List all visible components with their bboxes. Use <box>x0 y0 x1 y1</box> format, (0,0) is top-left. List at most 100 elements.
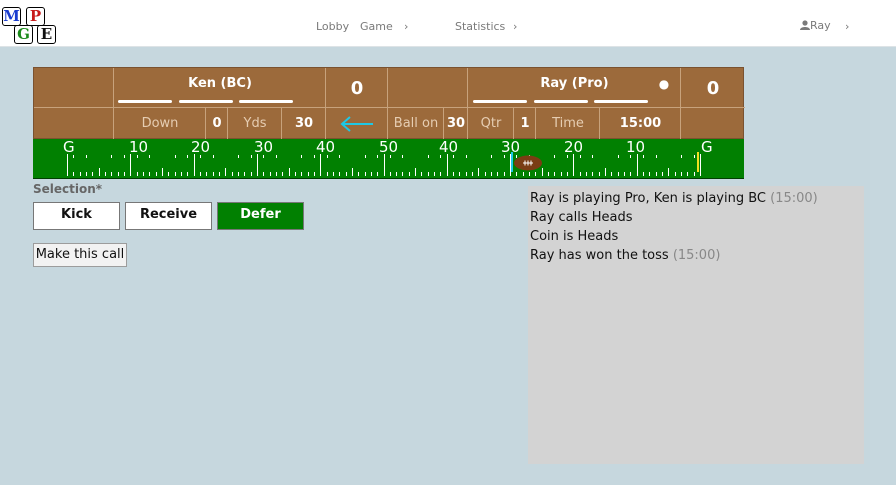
hash-mark <box>592 155 593 158</box>
yard-tick <box>662 172 663 176</box>
user-menu-chevron-icon[interactable]: › <box>845 20 849 33</box>
log-entry-text: Ray has won the toss <box>530 248 669 263</box>
home-timeout-3 <box>239 100 293 103</box>
away-timeout-3 <box>594 100 648 103</box>
nav-lobby[interactable]: Lobby <box>316 20 349 33</box>
yard-tick <box>554 172 555 176</box>
yard-tick <box>618 172 619 176</box>
yard-tick <box>649 172 650 176</box>
yard-tick <box>124 172 125 176</box>
yard-tick <box>137 172 138 176</box>
log-entry-time: (15:00) <box>672 248 721 263</box>
defer-button[interactable]: Defer <box>217 202 304 230</box>
hash-mark <box>111 155 112 158</box>
yard-tick <box>187 172 188 176</box>
board-cell-spacer-mid <box>388 68 468 108</box>
yard-label-20-left: 20 <box>191 139 211 156</box>
log-entry-time: (15:00) <box>770 191 818 206</box>
logo-letter-p: P <box>26 7 45 26</box>
yard-tick <box>333 172 334 176</box>
receive-button[interactable]: Receive <box>125 202 212 230</box>
yard-tick <box>668 168 669 176</box>
hash-mark <box>314 155 315 158</box>
down-label: Down <box>141 116 179 131</box>
yard-tick <box>282 172 283 176</box>
yard-tick <box>219 172 220 176</box>
user-menu[interactable]: Ray <box>800 19 831 32</box>
yard-tick <box>225 168 226 176</box>
yard-tick <box>67 154 68 176</box>
yard-tick <box>428 172 429 176</box>
yard-tick <box>675 172 676 176</box>
yard-tick <box>301 172 302 176</box>
yard-label-50: 50 <box>379 139 399 156</box>
yard-tick <box>156 172 157 176</box>
yard-label-30-left: 30 <box>254 139 274 156</box>
yard-tick <box>377 172 378 176</box>
hash-mark <box>618 155 619 158</box>
yard-tick <box>459 172 460 176</box>
yard-tick <box>491 172 492 176</box>
yard-tick <box>352 168 353 176</box>
yard-tick <box>320 154 321 176</box>
log-entry-text: Coin is Heads <box>530 229 619 244</box>
nav-statistics-chevron-icon[interactable]: › <box>513 20 517 33</box>
yard-tick <box>421 172 422 176</box>
away-team-name: Ray (Pro) <box>540 76 609 91</box>
yard-tick <box>605 168 606 176</box>
yard-tick <box>289 168 290 176</box>
kick-button[interactable]: Kick <box>33 202 120 230</box>
board-cell-spacer-right-2 <box>681 108 745 139</box>
yard-tick <box>384 154 385 176</box>
yard-label-40-right: 40 <box>439 139 459 156</box>
yard-tick <box>700 154 701 176</box>
hash-mark <box>86 155 87 158</box>
direction-arrow-icon <box>340 116 373 132</box>
yard-tick <box>535 172 536 176</box>
time-label: Time <box>552 116 584 131</box>
yds-label: Yds <box>243 116 267 131</box>
hash-mark <box>694 155 695 158</box>
yard-tick <box>447 154 448 176</box>
yard-tick <box>529 172 530 176</box>
mpge-logo[interactable]: M P G E <box>2 4 60 46</box>
yard-tick <box>396 172 397 176</box>
yard-tick <box>478 168 479 176</box>
nav-statistics[interactable]: Statistics <box>455 20 505 33</box>
yard-tick <box>200 172 201 176</box>
user-icon <box>800 20 810 30</box>
make-call-button[interactable]: Make this call <box>33 243 127 267</box>
logo-letter-g: G <box>14 25 33 44</box>
yard-tick <box>637 154 638 176</box>
log-entry: Ray has won the toss (15:00) <box>530 246 862 265</box>
hash-mark <box>339 155 340 158</box>
hash-mark <box>554 155 555 158</box>
nav-game-chevron-icon[interactable]: › <box>404 20 408 33</box>
yard-tick <box>181 172 182 176</box>
yard-tick <box>251 172 252 176</box>
yard-tick <box>276 172 277 176</box>
log-entry: Ray is playing Pro, Ken is playing BC (1… <box>530 189 862 208</box>
yard-tick <box>371 172 372 176</box>
yds-value: 30 <box>294 116 314 131</box>
hash-mark <box>187 155 188 158</box>
yard-tick <box>86 172 87 176</box>
selection-label: Selection* <box>33 182 103 196</box>
hash-mark <box>301 155 302 158</box>
yard-tick <box>80 172 81 176</box>
yard-tick <box>168 172 169 176</box>
yard-label-40-left: 40 <box>316 139 336 156</box>
top-bar: M P G E Lobby Game › Statistics › Ray › <box>0 0 896 47</box>
yard-label-10-left: 10 <box>129 139 149 156</box>
yard-label-20-right: 20 <box>564 139 584 156</box>
yard-tick <box>339 172 340 176</box>
yard-tick <box>162 168 163 176</box>
yard-tick <box>592 172 593 176</box>
time-value: 15:00 <box>619 116 662 131</box>
possession-football-icon: ● <box>658 77 670 91</box>
nav-game[interactable]: Game <box>360 20 393 33</box>
home-timeout-1 <box>118 100 172 103</box>
logo-letter-e: E <box>37 25 56 44</box>
qtr-value: 1 <box>520 116 530 131</box>
yard-tick <box>149 172 150 176</box>
